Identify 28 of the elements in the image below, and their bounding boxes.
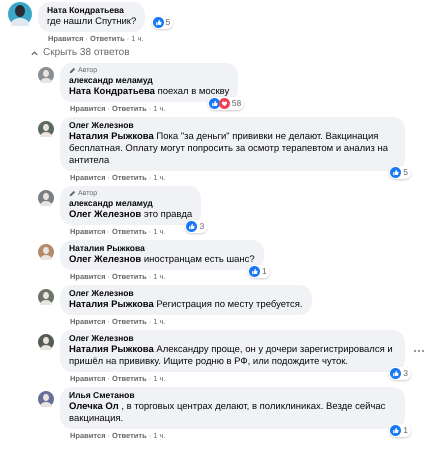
author-name[interactable]: александр меламуд <box>69 198 153 209</box>
more-options-icon[interactable] <box>413 349 425 353</box>
author-name[interactable]: Илья Сметанов <box>69 390 135 401</box>
chevron-icon <box>30 48 39 58</box>
reply-text: Наталия Рыжкова Пока "за деньги" прививки не делают. Вакцинация бесплатная. Оплату могут попросить за осмотр терапевтом и анализ на антитела <box>69 131 389 167</box>
reaction-count[interactable]: 1 <box>248 265 270 278</box>
pencil-icon <box>69 190 76 197</box>
author-name[interactable]: Наталия Рыжкова <box>69 243 145 254</box>
reaction-count[interactable]: 3 <box>185 220 208 233</box>
reaction-count[interactable]: 58 <box>208 97 244 110</box>
reaction-count[interactable]: 5 <box>152 16 174 29</box>
reply-text: Олечка Ол , в торговых центрах делают, в поликлиниках. Везде сейчас вакцинация. <box>69 401 386 425</box>
reply-text: Ната Кондратьева поехал в москву <box>69 86 230 98</box>
author-name[interactable]: александр меламуд <box>69 75 153 86</box>
reaction-count[interactable]: 1 <box>389 424 411 437</box>
reaction-count[interactable]: 3 <box>389 367 411 380</box>
reply-text: Олег Железнов иностранцам есть шанс? <box>69 254 255 266</box>
reply-text: Наталия Рыжкова Регистрация по месту требуется. <box>69 299 302 311</box>
reaction-count[interactable]: 5 <box>389 166 411 179</box>
comment-text: где нашли Спутник? <box>47 16 136 28</box>
reply-text: Наталия Рыжкова Александру проще, он у дочери зарегистрировался и пришёл на прививку. Ищите родню в РФ, или подождите чуток. <box>69 344 394 368</box>
author-name[interactable]: Олег Железнов <box>69 288 134 299</box>
author-name[interactable]: Олег Железнов <box>69 333 134 344</box>
author-name[interactable]: Олег Железнов <box>69 120 134 131</box>
pencil-icon <box>69 67 76 74</box>
reply-text: Олег Железнов это правда <box>69 209 192 221</box>
author-name[interactable]: Ната Кондратьева <box>47 5 124 16</box>
hide-replies-button[interactable]: Скрыть 38 ответов <box>0 44 130 60</box>
